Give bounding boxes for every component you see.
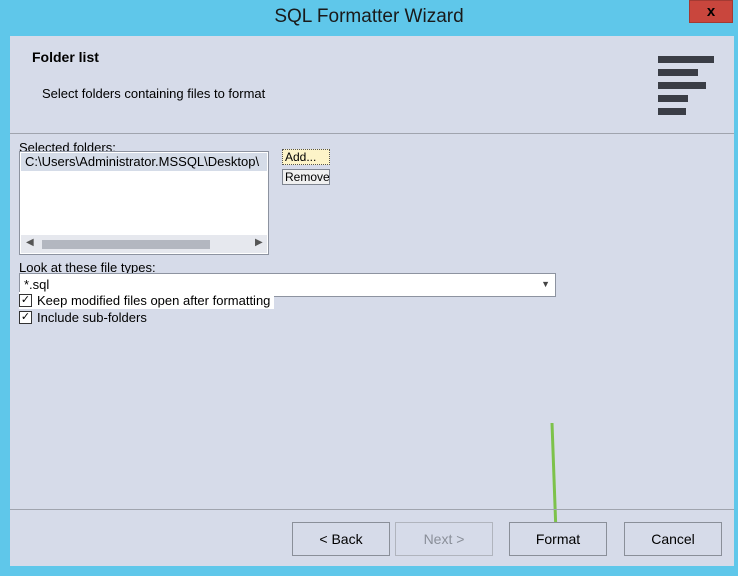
chevron-down-icon[interactable]: ▼	[541, 279, 550, 289]
include-subfolders-label: Include sub-folders	[37, 310, 147, 325]
back-button[interactable]: < Back	[292, 522, 390, 556]
add-folder-button[interactable]: Add...	[282, 149, 330, 165]
cancel-button[interactable]: Cancel	[624, 522, 722, 556]
list-item[interactable]: C:\Users\Administrator.MSSQL\Desktop\	[21, 153, 267, 171]
title-bar: SQL Formatter Wizard x	[0, 0, 738, 36]
footer-separator	[10, 509, 734, 510]
include-subfolders-checkbox[interactable]: ✓	[19, 311, 32, 324]
remove-folder-button[interactable]: Remove	[282, 169, 330, 185]
close-button[interactable]: x	[689, 0, 733, 23]
scrollbar-thumb[interactable]	[42, 240, 210, 249]
file-types-value: *.sql	[24, 277, 50, 292]
scroll-left-icon[interactable]: ◀	[26, 237, 34, 248]
align-left-lines-icon	[658, 56, 718, 116]
wizard-header: Folder list Select folders containing fi…	[10, 36, 734, 134]
scroll-right-icon[interactable]: ▶	[255, 237, 263, 248]
horizontal-scrollbar[interactable]: ◀ ▶	[21, 235, 267, 253]
wizard-client-area: Folder list Select folders containing fi…	[10, 36, 734, 566]
window-title: SQL Formatter Wizard	[274, 6, 464, 27]
page-subtitle: Select folders containing files to forma…	[42, 86, 266, 101]
format-button[interactable]: Format	[509, 522, 607, 556]
next-button[interactable]: Next >	[395, 522, 493, 556]
keep-open-label: Keep modified files open after formattin…	[37, 293, 271, 308]
keep-open-checkbox[interactable]: ✓	[19, 294, 32, 307]
keep-open-checkbox-row[interactable]: ✓ Keep modified files open after formatt…	[19, 292, 275, 309]
page-title: Folder list	[32, 49, 99, 65]
include-subfolders-checkbox-row[interactable]: ✓ Include sub-folders	[19, 309, 147, 326]
selected-folders-list[interactable]: C:\Users\Administrator.MSSQL\Desktop\ ◀ …	[19, 151, 269, 255]
